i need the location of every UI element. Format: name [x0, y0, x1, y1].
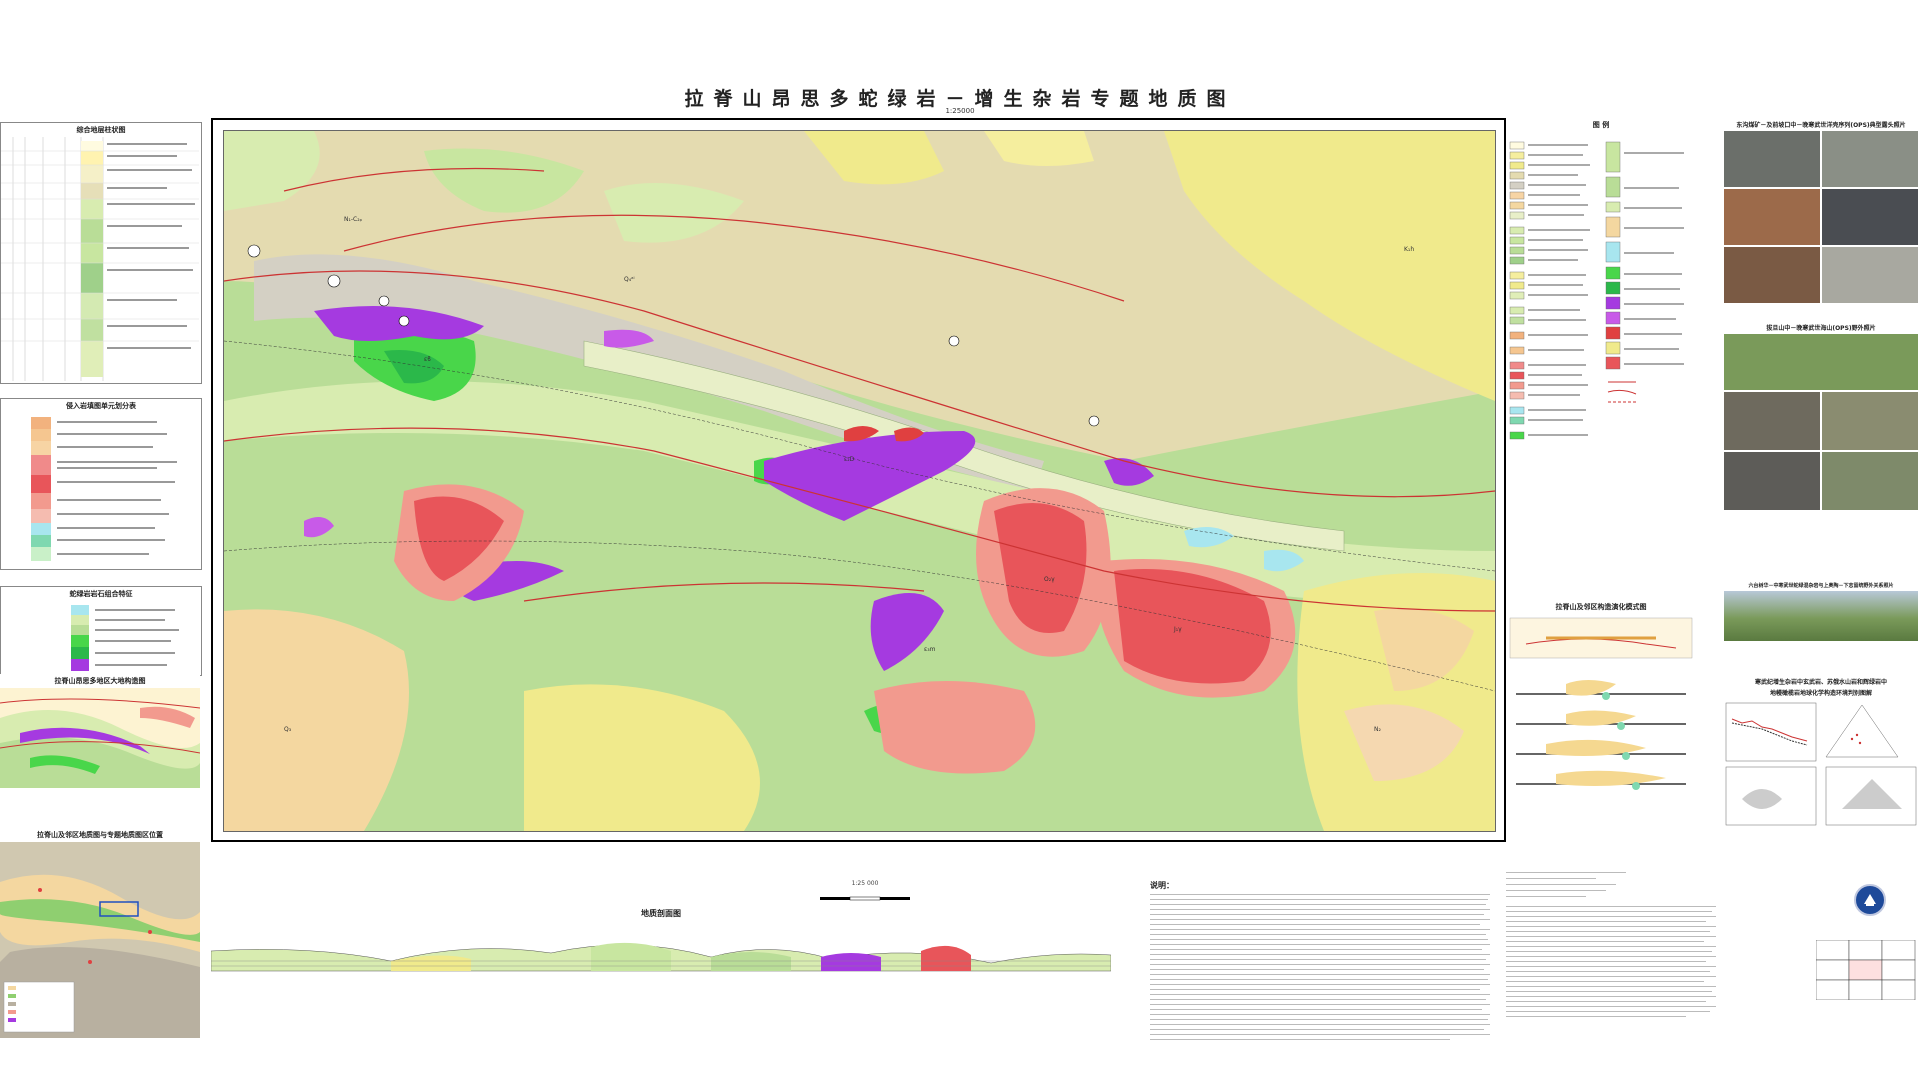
magma-title: 侵入岩填图单元划分表 [66, 402, 136, 410]
photos-panel: 东沟煤矿－及前坡口中－晚寒武世洋壳序列(OPS)典型露头照片 拔旦山中－晚寒武世… [1722, 118, 1920, 648]
location-title: 拉脊山及邻区地质图与专题地质图区位置 [37, 831, 163, 839]
map-label-1: N₁-C₂ₚ [344, 216, 363, 223]
section-title: 地质剖面图 [641, 909, 681, 918]
photo-6[interactable] [1822, 247, 1918, 303]
intrusive-units-panel: 侵入岩填图单元划分表 [0, 398, 202, 570]
cross-section-panel: 地质剖面图 [210, 906, 1112, 986]
photo-11[interactable] [1822, 452, 1918, 510]
map-label-3: O₂γ [1044, 576, 1055, 583]
photo-7[interactable] [1724, 334, 1918, 390]
scale-bar-label: 1:25 000 [851, 880, 879, 887]
map-label-9: N₂ [1374, 726, 1381, 733]
legend-title: 图 例 [1592, 121, 1610, 129]
notes-title: 说明： [1150, 881, 1174, 890]
tectonic-sketch-map [0, 688, 201, 788]
geochem-diagrams [1725, 702, 1917, 826]
intrusive-units-table [31, 417, 177, 561]
evolution-title: 拉脊山及邻区构造演化模式图 [1555, 603, 1647, 611]
main-geologic-map[interactable]: N₁-C₂ₚ Q₄ᵃˡ O₂γ ε₂D J₁γ K₁h εϐ Q₃ N₂ ε₃m [223, 130, 1496, 832]
strat-column-table [1, 137, 199, 381]
sketch-title: 拉脊山昂思多地区大地构造图 [54, 677, 146, 685]
map-label-2: Q₄ᵃˡ [624, 276, 634, 283]
photo-title-3: 六台树华－中寒武世蛇绿混杂岩与上奥陶－下志留统野外关系照片 [1748, 583, 1894, 589]
photo-title-1: 东沟煤矿－及前坡口中－晚寒武世洋壳序列(OPS)典型露头照片 [1736, 122, 1906, 129]
references-block [1506, 870, 1716, 1050]
map-label-6: K₁h [1404, 246, 1414, 253]
photo-3[interactable] [1724, 189, 1820, 245]
map-label-10: ε₃m [924, 646, 936, 653]
map-label-4: ε₂D [844, 456, 855, 463]
evolution-model-panel: 拉脊山及邻区构造演化模式图 [1506, 600, 1696, 820]
photo-4[interactable] [1822, 189, 1918, 245]
strat-title: 综合地层柱状图 [76, 126, 126, 134]
main-geologic-map-frame: N₁-C₂ₚ Q₄ᵃˡ O₂γ ε₂D J₁γ K₁h εϐ Q₃ N₂ ε₃m [211, 118, 1506, 842]
geochem-title-2: 地幔橄榄岩地球化学构造环境判别图解 [1769, 690, 1872, 697]
index-sheet-grid [1815, 939, 1916, 1001]
map-label-5: J₁γ [1173, 626, 1182, 633]
scale-bar: 1:25 000 [820, 880, 910, 906]
stratigraphic-column-panel: 综合地层柱状图 [0, 122, 202, 384]
photo-9[interactable] [1822, 392, 1918, 450]
geochem-panel: 寒武纪增生杂岩中玄武岩、苏俄水山岩和辉绿岩中 地幔橄榄岩地球化学构造环境判别图解 [1722, 675, 1920, 835]
geochem-title-1: 寒武纪增生杂岩中玄武岩、苏俄水山岩和辉绿岩中 [1754, 679, 1887, 686]
photo-12[interactable] [1724, 591, 1918, 641]
map-scale: 1:25000 [945, 107, 975, 115]
legend-panel: 图 例 [1506, 118, 1696, 588]
evolution-model-diagram [1509, 617, 1693, 790]
photo-10[interactable] [1724, 452, 1820, 510]
ophiolite-title: 蛇绿岩岩石组合特征 [69, 590, 133, 598]
map-label-7: εϐ [424, 356, 431, 363]
location-map [0, 842, 200, 1038]
tectonic-sketch-panel: 拉脊山昂思多地区大地构造图 [0, 674, 201, 812]
notes-body [1150, 892, 1490, 1052]
photo-5[interactable] [1724, 247, 1820, 303]
photo-1[interactable] [1724, 131, 1820, 187]
ophiolite-table [71, 605, 179, 671]
photo-8[interactable] [1724, 392, 1820, 450]
map-label-8: Q₃ [284, 726, 292, 733]
photo-2[interactable] [1822, 131, 1918, 187]
cross-section-diagram [210, 942, 1112, 972]
photo-title-2: 拔旦山中－晚寒武世海山(OPS)野外照片 [1766, 325, 1876, 332]
ophiolite-panel: 蛇绿岩岩石组合特征 [0, 586, 202, 676]
geologic-map-canvas: N₁-C₂ₚ Q₄ᵃˡ O₂γ ε₂D J₁γ K₁h εϐ Q₃ N₂ ε₃m [224, 131, 1495, 831]
institution-logo [1854, 884, 1886, 916]
legend-swatches [1509, 141, 1684, 440]
photos-panel-2: 六台树华－中寒武世蛇绿混杂岩与上奥陶－下志留统野外关系照片 [1722, 580, 1920, 670]
location-map-panel: 拉脊山及邻区地质图与专题地质图区位置 [0, 828, 200, 1040]
